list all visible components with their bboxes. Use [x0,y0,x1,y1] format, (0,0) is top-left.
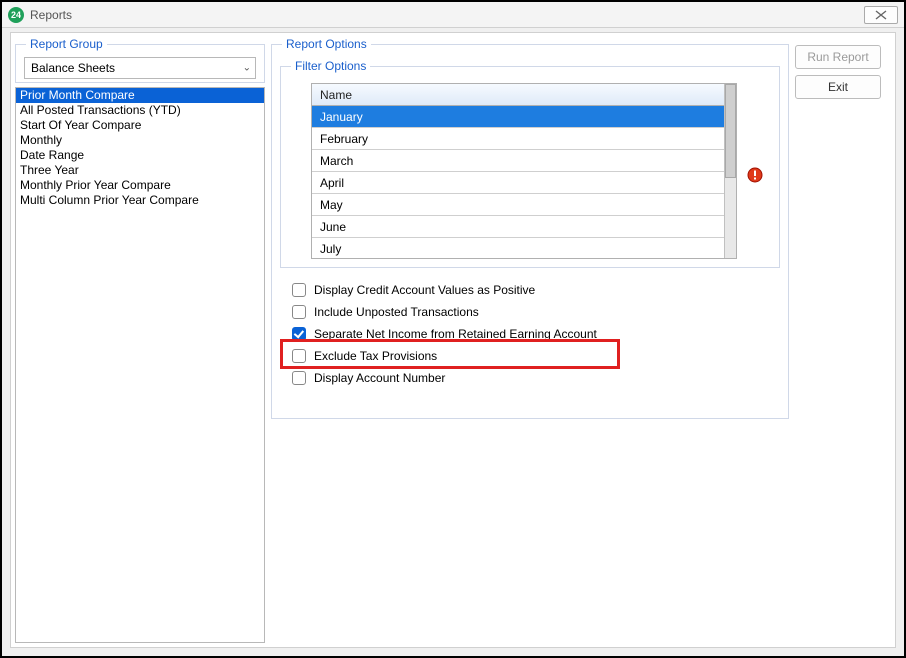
report-group-fieldset: Report Group Balance Sheets ⌄ [15,37,265,83]
checkbox-icon[interactable] [292,327,306,341]
filter-grid-row[interactable]: July [312,238,736,259]
report-group-item[interactable]: Three Year [16,163,264,178]
close-icon [875,10,887,20]
run-report-button[interactable]: Run Report [795,45,881,69]
titlebar: 24 Reports [2,2,904,28]
col-actions: Run Report Exit [795,37,891,643]
exit-button[interactable]: Exit [795,75,881,99]
col-report-group: Report Group Balance Sheets ⌄ Prior Mont… [15,37,265,643]
option-checkbox-row[interactable]: Display Credit Account Values as Positiv… [292,282,780,298]
filter-grid-header: Name [312,84,736,106]
checkbox-icon[interactable] [292,371,306,385]
report-group-item[interactable]: Monthly [16,133,264,148]
report-group-dropdown-value: Balance Sheets [31,61,115,75]
filter-grid-scrollbar[interactable] [724,84,736,258]
window-close-button[interactable] [864,6,898,24]
filter-grid[interactable]: Name JanuaryFebruaryMarchAprilMayJuneJul… [311,83,737,259]
option-checkbox-label: Display Account Number [314,370,445,386]
filter-grid-row[interactable]: May [312,194,736,216]
option-checkbox-label: Display Credit Account Values as Positiv… [314,282,535,298]
app-icon: 24 [8,7,24,23]
filter-grid-row[interactable]: April [312,172,736,194]
options-checkbox-list: Display Credit Account Values as Positiv… [292,282,780,386]
option-checkbox-label: Include Unposted Transactions [314,304,479,320]
report-group-item[interactable]: Date Range [16,148,264,163]
checkbox-icon[interactable] [292,349,306,363]
filter-options-fieldset: Filter Options Name JanuaryFebruaryMarch… [280,59,780,268]
warning-icon [747,167,763,183]
report-group-listbox[interactable]: Prior Month CompareAll Posted Transactio… [15,87,265,643]
option-checkbox-row[interactable]: Display Account Number [292,370,780,386]
col-report-options: Report Options Filter Options Name Janua… [271,37,789,643]
filter-grid-row[interactable]: March [312,150,736,172]
report-options-fieldset: Report Options Filter Options Name Janua… [271,37,789,419]
checkbox-icon[interactable] [292,305,306,319]
option-checkbox-row[interactable]: Separate Net Income from Retained Earnin… [292,326,780,342]
filter-grid-row[interactable]: June [312,216,736,238]
report-group-item[interactable]: Monthly Prior Year Compare [16,178,264,193]
report-options-legend: Report Options [282,37,371,51]
option-checkbox-row[interactable]: Exclude Tax Provisions [292,348,780,364]
option-checkbox-label: Separate Net Income from Retained Earnin… [314,326,597,342]
exit-label: Exit [828,80,848,94]
report-group-item[interactable]: Prior Month Compare [16,88,264,103]
filter-grid-wrap: Name JanuaryFebruaryMarchAprilMayJuneJul… [311,83,737,259]
content: Report Group Balance Sheets ⌄ Prior Mont… [15,37,891,643]
report-group-legend: Report Group [26,37,107,51]
filter-grid-col-name: Name [320,88,352,102]
report-group-dropdown[interactable]: Balance Sheets ⌄ [24,57,256,79]
body: Report Group Balance Sheets ⌄ Prior Mont… [10,32,896,648]
filter-grid-scroll-thumb[interactable] [725,84,736,178]
report-group-item[interactable]: Start Of Year Compare [16,118,264,133]
window-title: Reports [30,8,72,22]
reports-window: 24 Reports Report Group Balance Sheets ⌄… [0,0,906,658]
filter-grid-row[interactable]: February [312,128,736,150]
filter-options-legend: Filter Options [291,59,370,73]
report-group-item[interactable]: All Posted Transactions (YTD) [16,103,264,118]
report-group-item[interactable]: Multi Column Prior Year Compare [16,193,264,208]
run-report-label: Run Report [807,50,868,64]
option-checkbox-row[interactable]: Include Unposted Transactions [292,304,780,320]
filter-grid-row[interactable]: January [312,106,736,128]
chevron-down-icon: ⌄ [243,63,251,74]
checkbox-icon[interactable] [292,283,306,297]
option-checkbox-label: Exclude Tax Provisions [314,348,437,364]
